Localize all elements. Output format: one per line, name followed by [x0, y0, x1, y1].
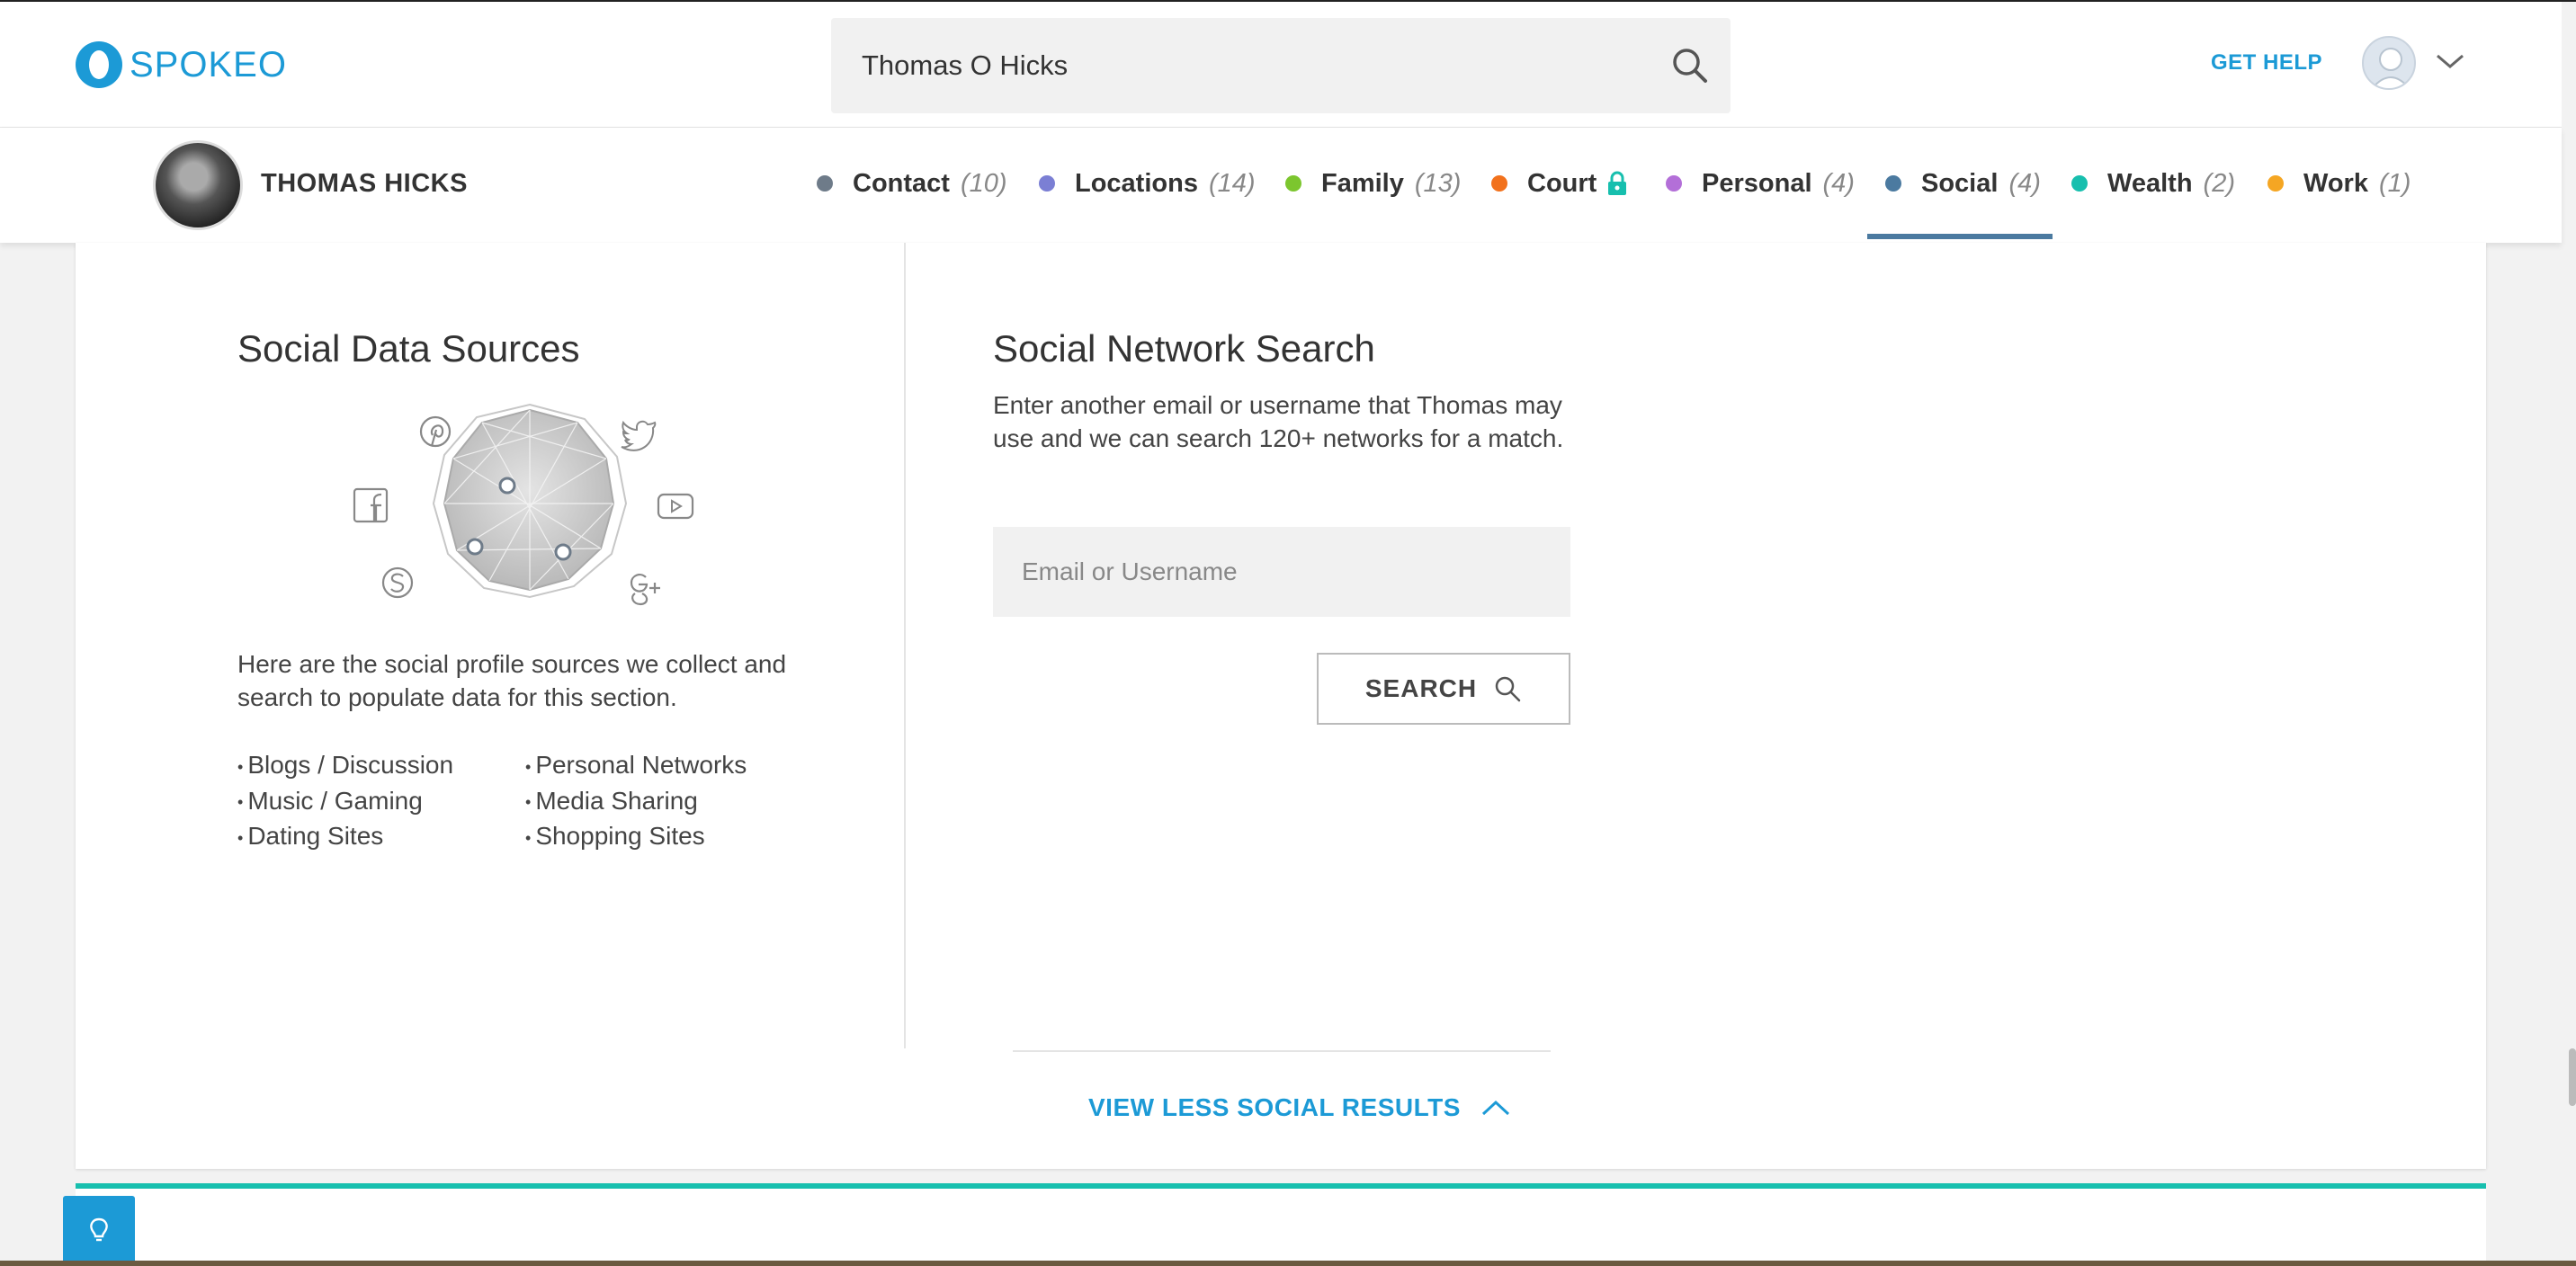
tab-wealth[interactable]: Wealth (2): [2071, 162, 2235, 205]
social-network-graphic: [345, 403, 714, 619]
list-item: Dating Sites: [237, 819, 453, 855]
twitter-icon: [621, 420, 657, 451]
chevron-up-icon: [1481, 1100, 1509, 1116]
profile-section-nav: THOMAS HICKS Contact (10) Locations (14)…: [0, 128, 2562, 243]
tab-locations[interactable]: Locations (14): [1039, 162, 1256, 205]
search-icon[interactable]: [1669, 45, 1711, 86]
tab-dot: [1285, 175, 1301, 192]
tab-dot: [2071, 175, 2088, 192]
spokeo-logo-icon: [76, 41, 122, 88]
get-help-link[interactable]: GET HELP: [2211, 50, 2322, 76]
tips-button[interactable]: [63, 1196, 135, 1266]
tab-work[interactable]: Work (1): [2267, 162, 2411, 205]
next-section-card: [76, 1183, 2486, 1266]
google-plus-icon: [630, 574, 660, 606]
tab-label: Family: [1321, 168, 1404, 198]
column-divider: [904, 243, 906, 1048]
tab-count: (4): [1822, 168, 1855, 198]
lock-icon: [1607, 171, 1627, 196]
social-data-sources-description: Here are the social profile sources we c…: [237, 650, 787, 711]
tab-contact[interactable]: Contact (10): [817, 162, 1007, 205]
user-avatar-icon: [2371, 48, 2411, 88]
tab-label: Contact: [853, 168, 950, 198]
tab-social[interactable]: Social (4): [1885, 162, 2041, 205]
skype-icon: [381, 566, 414, 599]
social-network-search-title: Social Network Search: [993, 327, 1375, 370]
facebook-icon: [353, 487, 389, 523]
tab-label: Social: [1921, 168, 1999, 198]
chevron-down-icon[interactable]: [2434, 50, 2466, 72]
search-icon: [1495, 676, 1521, 702]
tab-label: Court: [1527, 168, 1597, 198]
social-network-search-description: Enter another email or username that Tho…: [993, 391, 1564, 452]
tab-personal[interactable]: Personal (4): [1666, 162, 1855, 205]
youtube-icon: [657, 493, 694, 520]
sources-list-right: Personal Networks Media Sharing Shopping…: [525, 748, 747, 855]
view-less-social-results-link[interactable]: VIEW LESS SOCIAL RESULTS: [1088, 1093, 1511, 1122]
sources-list-left: Blogs / Discussion Music / Gaming Dating…: [237, 748, 453, 855]
profile-photo: [153, 140, 243, 230]
top-header: SPOKEO GET HELP: [0, 2, 2562, 128]
view-less-label: VIEW LESS SOCIAL RESULTS: [1088, 1093, 1461, 1121]
tab-label: Wealth: [2107, 168, 2193, 198]
tab-count: (2): [2203, 168, 2235, 198]
social-data-sources-title: Social Data Sources: [237, 327, 580, 370]
tab-dot: [1885, 175, 1901, 192]
tab-dot: [817, 175, 833, 192]
profile-name: THOMAS HICKS: [261, 169, 468, 198]
email-username-input[interactable]: [993, 527, 1570, 617]
tab-dot: [2267, 175, 2284, 192]
pinterest-icon: [419, 415, 452, 448]
tab-label: Work: [2303, 168, 2368, 198]
list-item: Blogs / Discussion: [237, 748, 453, 784]
list-item: Media Sharing: [525, 784, 747, 820]
tab-count: (10): [960, 168, 1007, 198]
tab-count: (14): [1208, 168, 1256, 198]
tab-count: (13): [1414, 168, 1462, 198]
results-divider: [1013, 1050, 1551, 1052]
tab-dot: [1039, 175, 1055, 192]
lightbulb-icon: [90, 1217, 108, 1242]
active-tab-indicator: [1867, 234, 2053, 239]
social-search-button[interactable]: SEARCH: [1317, 653, 1570, 725]
tab-dot: [1666, 175, 1682, 192]
tab-dot: [1491, 175, 1507, 192]
scrollbar-thumb[interactable]: [2569, 1048, 2576, 1106]
tab-court[interactable]: Court: [1491, 162, 1627, 205]
list-item: Shopping Sites: [525, 819, 747, 855]
tab-count: (4): [2008, 168, 2041, 198]
window-bottom-edge: [0, 1261, 2576, 1266]
name-search-input[interactable]: [860, 18, 1651, 113]
tab-label: Locations: [1075, 168, 1198, 198]
list-item: Music / Gaming: [237, 784, 453, 820]
search-button-label: SEARCH: [1364, 674, 1478, 702]
tab-count: (1): [2378, 168, 2411, 198]
brand-name: SPOKEO: [130, 44, 287, 85]
list-item: Personal Networks: [525, 748, 747, 784]
tab-family[interactable]: Family (13): [1285, 162, 1461, 205]
name-search-box: [831, 18, 1731, 113]
tab-label: Personal: [1702, 168, 1812, 198]
spokeo-logo[interactable]: SPOKEO: [76, 41, 287, 88]
account-avatar[interactable]: [2362, 36, 2416, 90]
